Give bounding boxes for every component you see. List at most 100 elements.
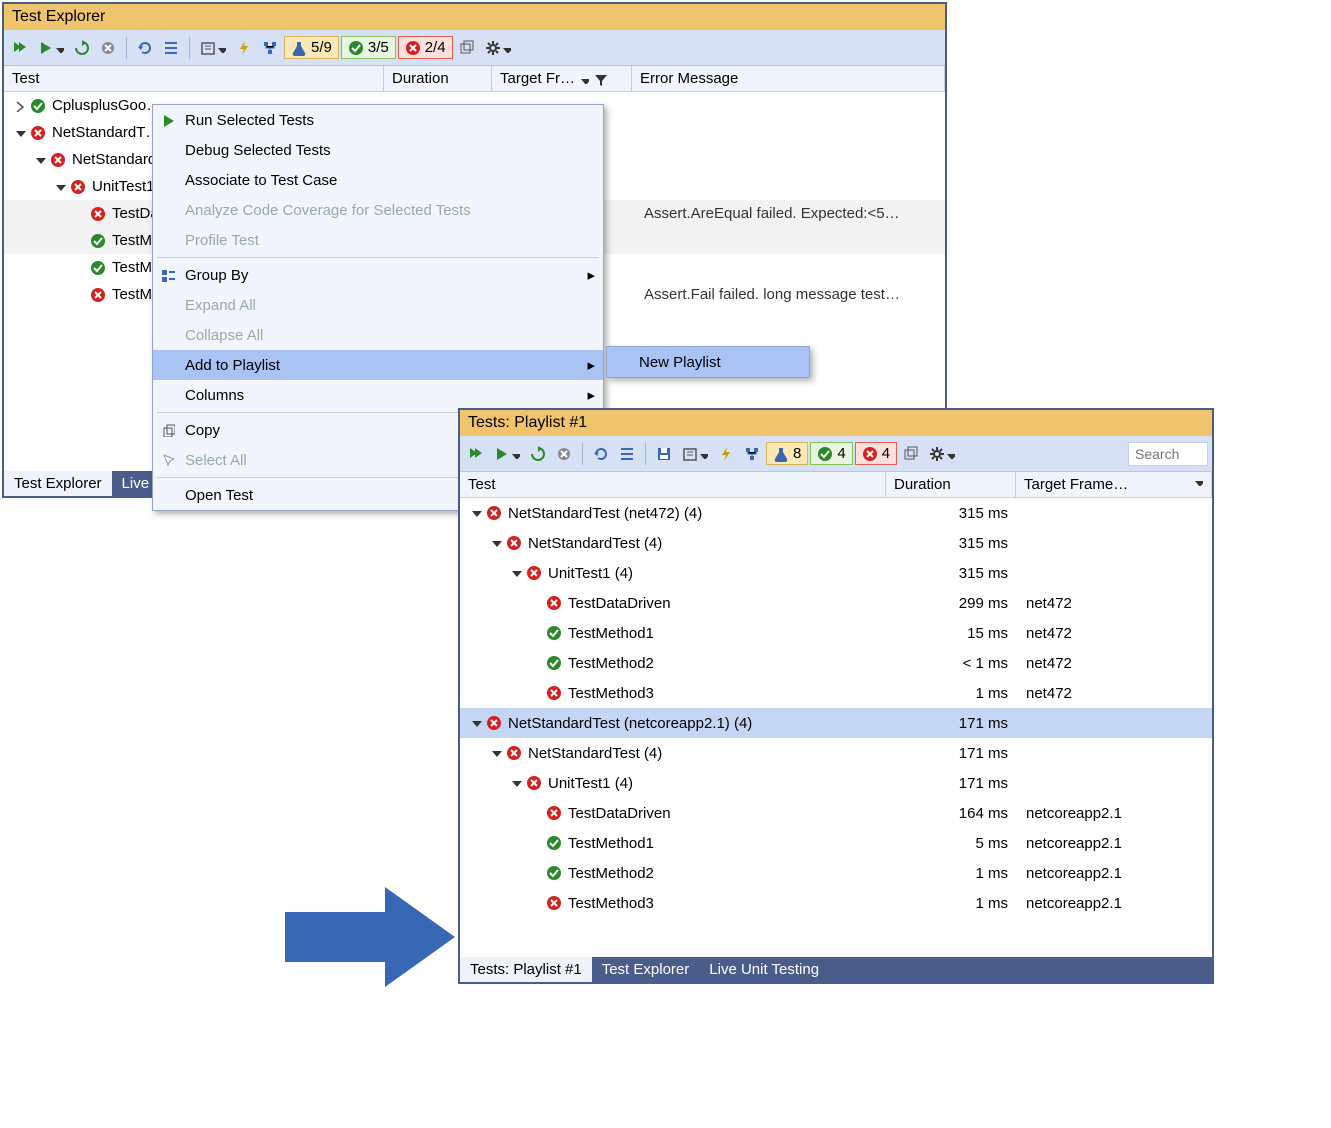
col-duration[interactable]: Duration [384,66,492,91]
expander-icon[interactable] [510,567,522,579]
refresh-button[interactable] [133,35,157,61]
tab-test-explorer[interactable]: Test Explorer [592,957,700,982]
context-submenu: New Playlist [606,346,810,378]
cancel-button[interactable] [96,35,120,61]
test-row[interactable]: TestDataDriven164 msnetcoreapp2.1 [460,798,1212,828]
windows-button[interactable] [455,35,479,61]
fail-icon [90,287,106,303]
test-name: NetStandardTest (netcoreapp2.1) (4) [502,715,888,732]
pass-count-badge[interactable]: 4 [810,442,852,465]
group-icon [159,268,177,282]
test-row[interactable]: NetStandardTest (4)315 ms [460,528,1212,558]
fail-count-badge[interactable]: 4 [855,442,897,465]
pass-count-badge[interactable]: 3/5 [341,36,396,59]
playlist-button[interactable] [196,35,230,61]
test-row[interactable]: UnitTest1 (4)315 ms [460,558,1212,588]
show-list-button[interactable] [615,441,639,467]
fail-count-badge[interactable]: 2/4 [398,36,453,59]
col-test[interactable]: Test [460,472,886,497]
settings-button[interactable] [925,441,959,467]
test-row[interactable]: TestMethod115 msnet472 [460,618,1212,648]
fail-icon [506,535,522,551]
expander-icon[interactable] [490,747,502,759]
tab-test-explorer[interactable]: Test Explorer [4,471,112,496]
fail-count: 2/4 [425,39,446,56]
pass-icon [90,233,106,249]
run-button[interactable] [490,441,524,467]
test-row[interactable]: TestMethod31 msnetcoreapp2.1 [460,888,1212,918]
test-row[interactable]: TestDataDriven299 msnet472 [460,588,1212,618]
windows-button[interactable] [899,441,923,467]
settings-button[interactable] [481,35,515,61]
test-row[interactable]: TestMethod2< 1 msnet472 [460,648,1212,678]
test-row[interactable]: TestMethod15 msnetcoreapp2.1 [460,828,1212,858]
menu-columns[interactable]: Columns▸ [153,380,603,410]
pass-icon [546,655,562,671]
fail-icon [486,715,502,731]
test-error: Assert.AreEqual failed. Expected:<5… [634,205,941,222]
test-target: net472 [1018,625,1198,642]
run-button[interactable] [34,35,68,61]
fail-icon [506,745,522,761]
test-name: NetStandardTest (net472) (4) [502,505,888,522]
copy-icon [159,423,177,437]
test-row[interactable]: UnitTest1 (4)171 ms [460,768,1212,798]
run-count-badge[interactable]: 5/9 [284,36,339,59]
test-name: NetStandardTest (4) [522,535,888,552]
run-all-button[interactable] [464,441,488,467]
menu-associate-to-test-case[interactable]: Associate to Test Case [153,165,603,195]
test-row[interactable]: NetStandardTest (net472) (4)315 ms [460,498,1212,528]
test-duration: 299 ms [888,595,1018,612]
fail-icon [90,206,106,222]
tab-live-unit-testing[interactable]: Live Unit Testing [699,957,829,982]
refresh-button[interactable] [589,441,613,467]
menu-run-selected-tests[interactable]: Run Selected Tests [153,105,603,135]
menu-add-to-playlist[interactable]: Add to Playlist▸ [153,350,603,380]
filter-icon[interactable] [593,72,607,86]
show-list-button[interactable] [159,35,183,61]
test-duration: 315 ms [888,505,1018,522]
cancel-button[interactable] [552,441,576,467]
menu-new-playlist[interactable]: New Playlist [607,347,809,377]
menu-debug-selected-tests[interactable]: Debug Selected Tests [153,135,603,165]
test-duration: < 1 ms [888,655,1018,672]
save-button[interactable] [652,441,676,467]
expander-icon[interactable] [510,777,522,789]
test-duration: 171 ms [888,745,1018,762]
menu-expand-all: Expand All [153,290,603,320]
fail-icon [526,565,542,581]
playlist-button[interactable] [678,441,712,467]
build-button[interactable] [714,441,738,467]
column-headers: Test Duration Target Fr… Error Message [4,66,945,92]
submenu-arrow-icon: ▸ [587,266,595,284]
col-target[interactable]: Target Frame… [1016,472,1212,497]
expander-icon[interactable] [14,100,26,112]
expander-icon[interactable] [490,537,502,549]
chevron-down-icon [579,74,589,84]
test-row[interactable]: TestMethod21 msnetcoreapp2.1 [460,858,1212,888]
expander-icon[interactable] [470,717,482,729]
expander-icon[interactable] [34,154,46,166]
test-row[interactable]: TestMethod31 msnet472 [460,678,1212,708]
repeat-button[interactable] [70,35,94,61]
test-name: TestDataDriven [562,805,888,822]
hierarchy-button[interactable] [740,441,764,467]
run-all-button[interactable] [8,35,32,61]
build-button[interactable] [232,35,256,61]
menu-group-by[interactable]: Group By▸ [153,260,603,290]
expander-icon[interactable] [470,507,482,519]
col-duration[interactable]: Duration [886,472,1016,497]
search-input[interactable] [1128,442,1208,466]
expander-icon[interactable] [14,127,26,139]
col-target[interactable]: Target Fr… [492,66,632,91]
test-error: Assert.Fail failed. long message test… [634,286,941,303]
col-error[interactable]: Error Message [632,66,945,91]
test-row[interactable]: NetStandardTest (netcoreapp2.1) (4)171 m… [460,708,1212,738]
run-count-badge[interactable]: 8 [766,442,808,465]
expander-icon[interactable] [54,181,66,193]
repeat-button[interactable] [526,441,550,467]
tab-tests-playlist-1[interactable]: Tests: Playlist #1 [460,957,592,982]
test-row[interactable]: NetStandardTest (4)171 ms [460,738,1212,768]
col-test[interactable]: Test [4,66,384,91]
hierarchy-button[interactable] [258,35,282,61]
